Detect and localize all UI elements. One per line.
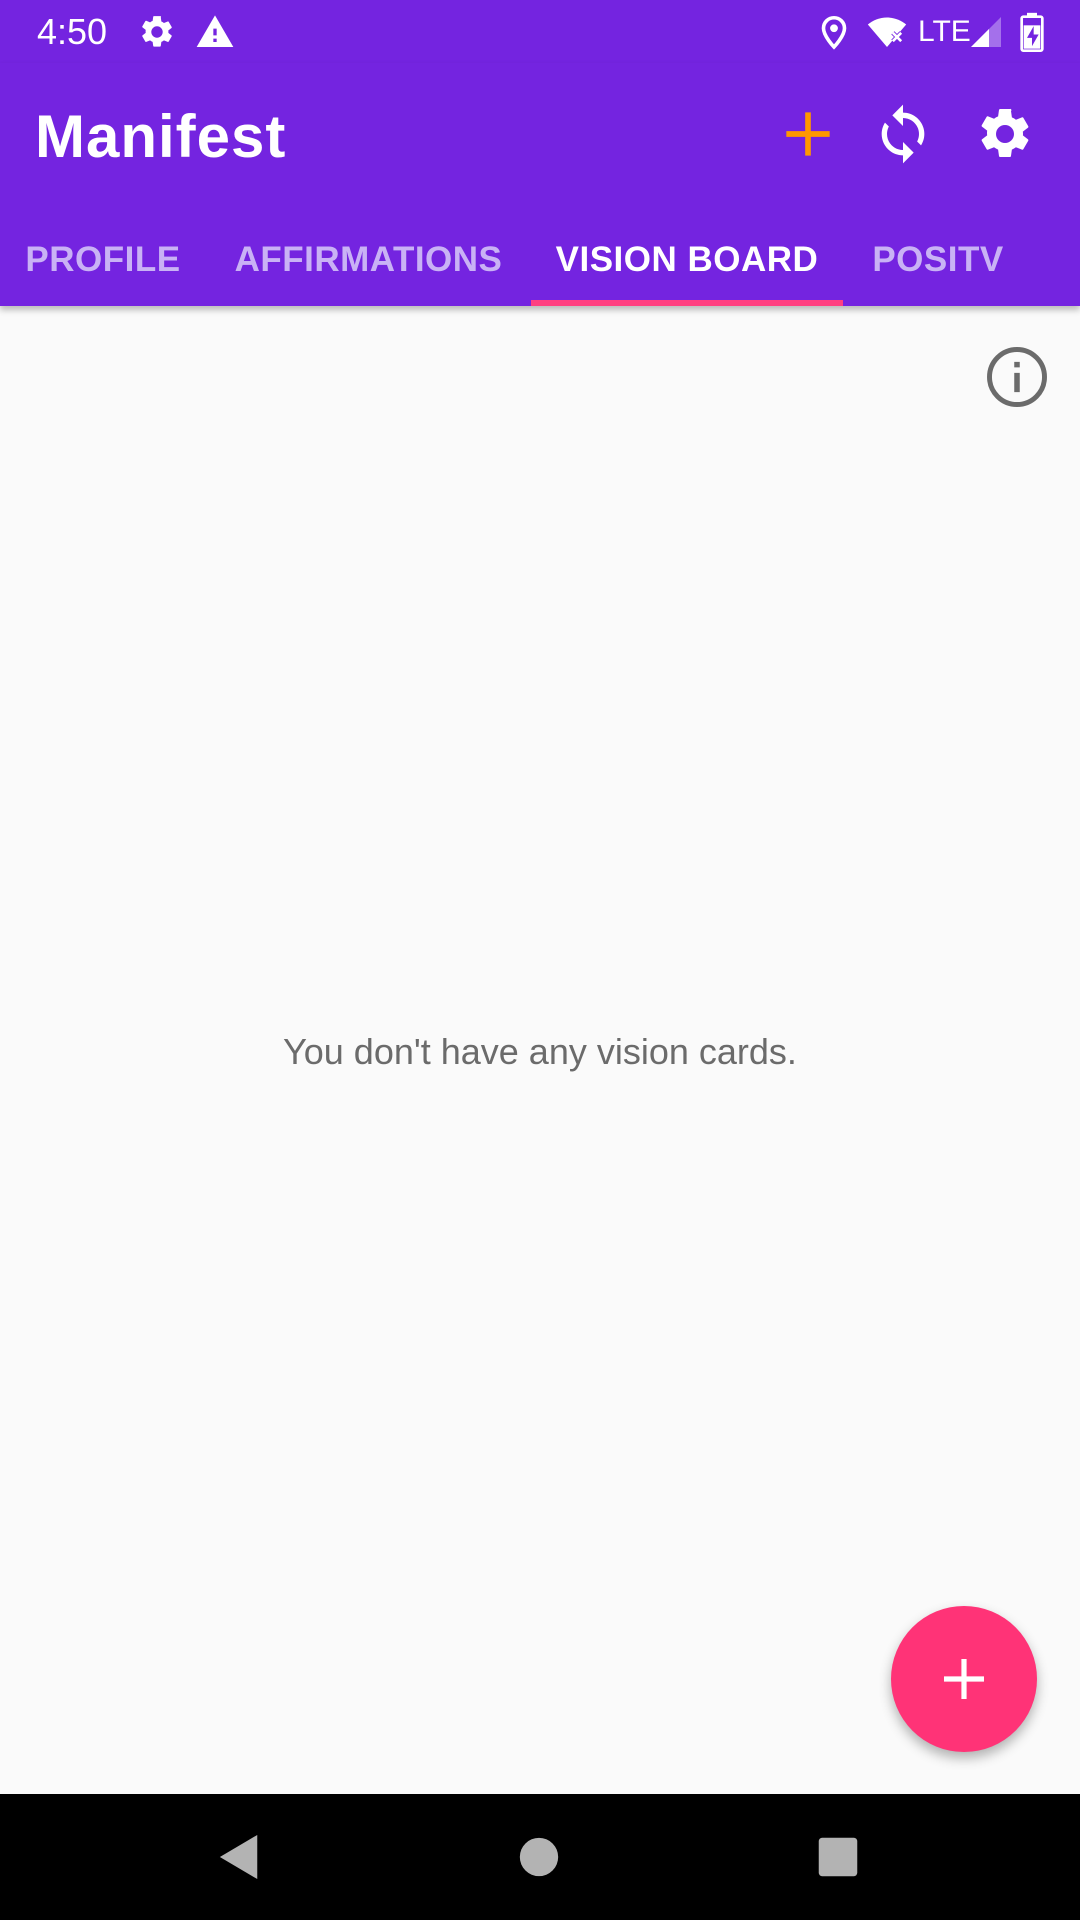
sync-action-button[interactable] <box>858 89 948 179</box>
recents-icon <box>818 1837 858 1877</box>
empty-state-message: You don't have any vision cards. <box>283 1031 797 1072</box>
plus-icon <box>944 1659 984 1699</box>
navigation-bar <box>0 1794 1080 1920</box>
screen: 4:50 LTE Manifest PROFILE AFFIRMATIONS V… <box>0 0 1080 1920</box>
add-vision-card-fab[interactable] <box>891 1606 1037 1752</box>
battery-charging-icon <box>1020 12 1044 52</box>
app-bar: Manifest PROFILE AFFIRMATIONS VISION BOA… <box>0 63 1080 306</box>
location-icon <box>821 15 847 50</box>
tab-bar: PROFILE AFFIRMATIONS VISION BOARD POSITV <box>0 213 1080 306</box>
gear-icon <box>981 108 1029 157</box>
tab-affirmations[interactable]: AFFIRMATIONS <box>206 213 531 306</box>
app-title: Manifest <box>35 103 287 170</box>
settings-icon <box>142 16 172 47</box>
tab-profile[interactable]: PROFILE <box>0 213 206 306</box>
status-bar: 4:50 LTE <box>0 0 1080 63</box>
settings-action-button[interactable] <box>960 89 1050 179</box>
back-button[interactable] <box>210 1827 270 1887</box>
network-type: LTE <box>918 15 971 48</box>
home-icon <box>519 1837 559 1877</box>
tab-indicator <box>531 300 843 306</box>
info-button[interactable] <box>984 344 1050 410</box>
tab-positv[interactable]: POSITV <box>843 213 1033 306</box>
signal-icon <box>971 17 1001 47</box>
tab-vision-board[interactable]: VISION BOARD <box>531 213 843 306</box>
back-icon <box>219 1834 258 1880</box>
status-time: 4:50 <box>37 11 108 52</box>
recents-button[interactable] <box>808 1827 868 1887</box>
info-icon <box>987 347 1047 407</box>
warning-icon <box>196 15 234 48</box>
plus-icon <box>786 112 830 156</box>
home-button[interactable] <box>509 1827 569 1887</box>
sync-icon <box>881 104 925 164</box>
wifi-icon <box>867 17 907 47</box>
add-action-button[interactable] <box>763 89 853 179</box>
